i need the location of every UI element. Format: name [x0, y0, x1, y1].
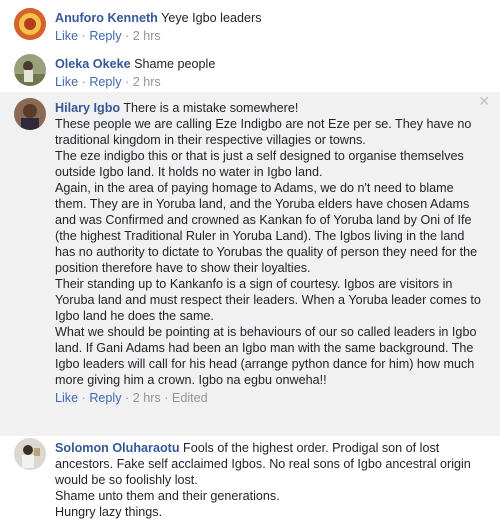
comment-author[interactable]: Hilary Igbo [55, 101, 120, 115]
comment-author[interactable]: Solomon Oluharaotu [55, 441, 180, 455]
separator: · [164, 391, 169, 405]
separator: · [81, 29, 86, 43]
separator: · [81, 75, 86, 89]
comment-actions: Like · Reply · 2 hrs · Edited [55, 390, 481, 406]
like-button[interactable]: Like [55, 391, 78, 405]
avatar[interactable] [14, 8, 46, 40]
separator: · [125, 75, 130, 89]
comment-actions: Like · Reply · 2 hrs [55, 28, 486, 44]
avatar[interactable] [14, 438, 46, 470]
timestamp[interactable]: 2 hrs [133, 75, 161, 89]
avatar[interactable] [14, 54, 46, 86]
comment-text: Yeye Igbo leaders [161, 11, 262, 25]
edited-label[interactable]: Edited [172, 391, 208, 405]
separator: · [125, 391, 130, 405]
separator: · [81, 391, 86, 405]
timestamp[interactable]: 2 hrs [133, 29, 161, 43]
comment-actions: Like · Reply · 2 hrs [55, 74, 486, 90]
reply-button[interactable]: Reply [89, 29, 121, 43]
separator: · [125, 29, 130, 43]
comment-author[interactable]: Oleka Okeke [55, 57, 131, 71]
comment-text: There is a mistake somewhere! These peop… [55, 101, 481, 387]
like-button[interactable]: Like [55, 29, 78, 43]
reply-button[interactable]: Reply [89, 75, 121, 89]
like-button[interactable]: Like [55, 75, 78, 89]
reply-button[interactable]: Reply [89, 391, 121, 405]
comment-author[interactable]: Anuforo Kenneth [55, 11, 158, 25]
avatar[interactable] [14, 98, 46, 130]
comment-text: Shame people [134, 57, 216, 71]
timestamp[interactable]: 2 hrs [133, 391, 161, 405]
